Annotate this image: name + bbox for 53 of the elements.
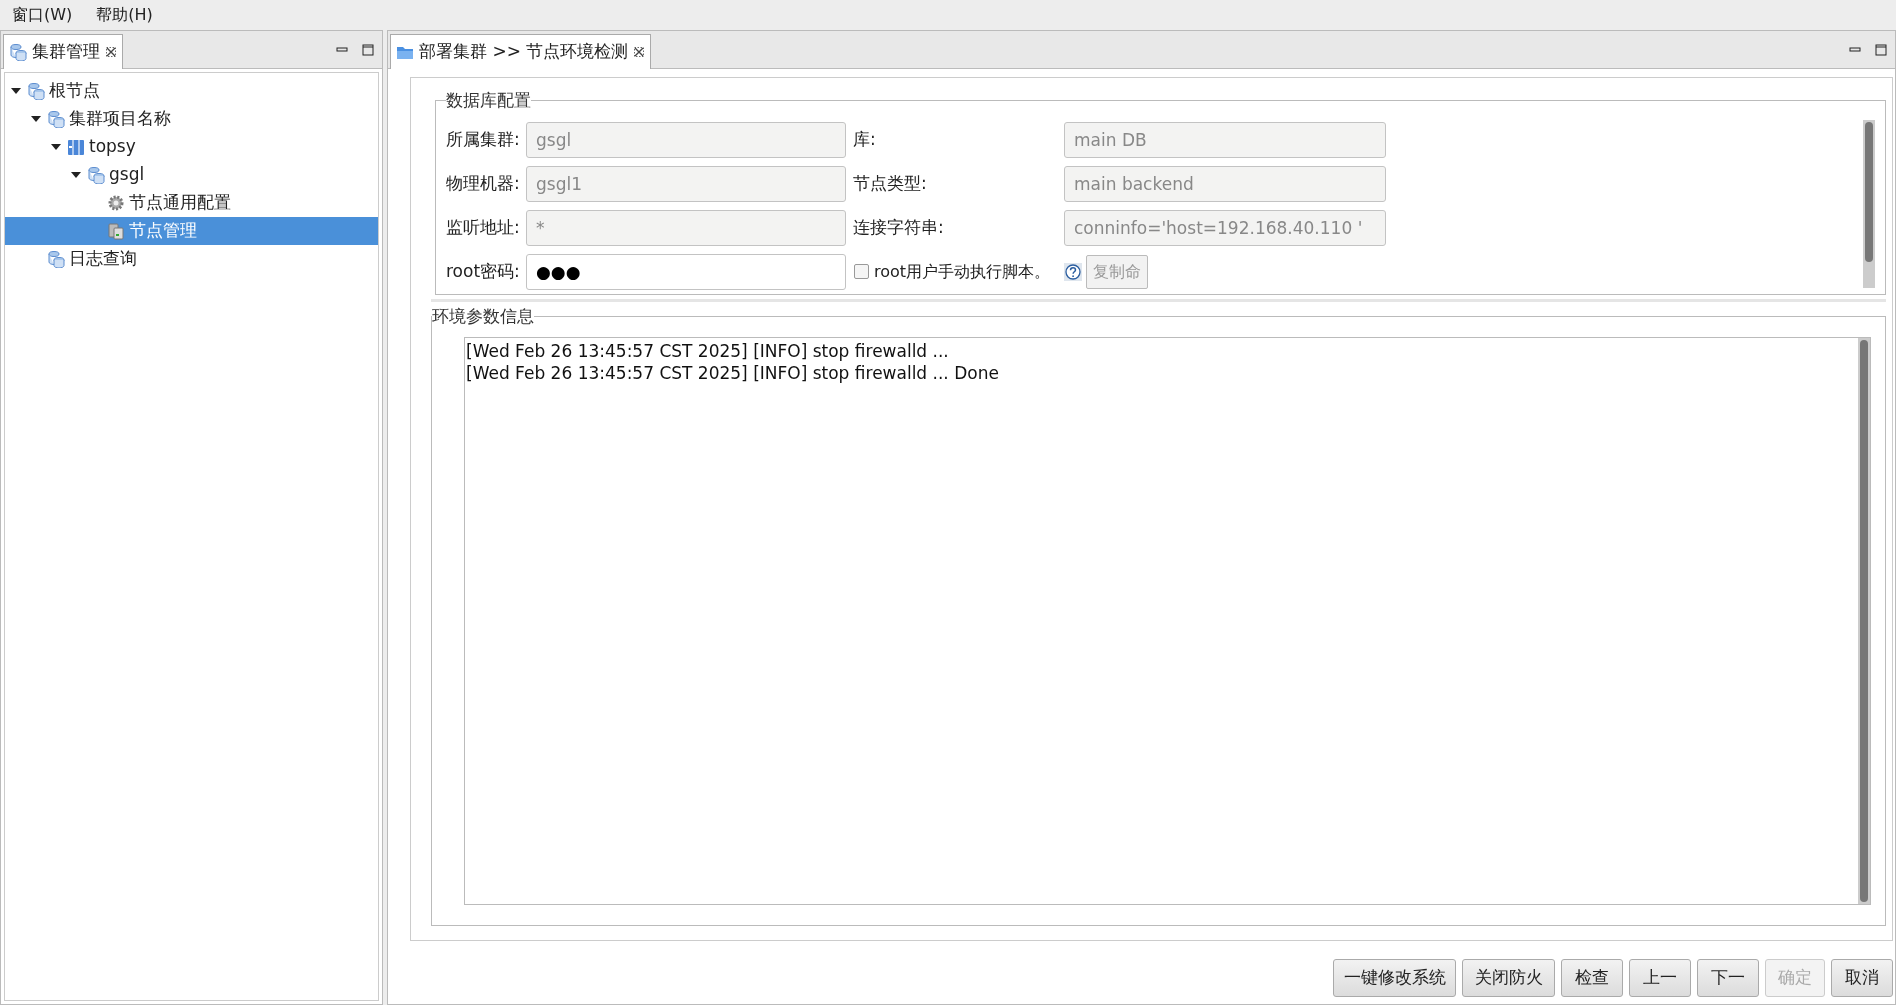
action-button[interactable]: 上一 [1629,959,1691,997]
tree-item[interactable]: topsy [5,133,378,161]
action-button[interactable]: 下一 [1697,959,1759,997]
server-icon [67,138,85,156]
tree-item[interactable]: 根节点 [5,77,378,105]
maximize-icon [362,43,374,56]
tree-item[interactable]: gsgl [5,161,378,189]
help-icon [1064,262,1082,281]
tree-label: gsgl [109,163,145,187]
action-button[interactable]: 取消 [1831,959,1893,997]
field-label: 节点类型: [852,171,928,195]
field-label: 监听地址: [446,215,521,239]
gear-icon [107,194,125,212]
tree-label: 日志查询 [69,247,137,271]
panel-tab[interactable]: 部署集群 >> 节点环境检测 [390,34,652,69]
folder-icon [396,44,414,60]
database-icon [9,43,27,61]
checkbox[interactable] [854,264,869,279]
checkbox-label: root用户手动执行脚本。 [874,260,1051,283]
menu-item[interactable]: 窗口(W) [8,3,77,27]
group-title: 环境参数信息 [432,304,534,328]
tab-label: 部署集群 >> 节点环境检测 [419,40,629,64]
log-line: [Wed Feb 26 13:45:57 CST 2025] [INFO] stop firewalld ... [466,340,950,362]
field-label: 物理机器: [446,171,521,195]
database-icon [47,110,65,128]
field-label: 连接字符串: [852,215,945,239]
tree-label: 节点管理 [129,219,197,243]
maximize-icon [1875,43,1887,56]
action-button[interactable]: 检查 [1561,959,1623,997]
node-icon [107,222,125,240]
field-label: 所属集群: [446,127,521,151]
tab-label: 集群管理 [32,40,100,64]
tree-item[interactable]: 集群项目名称 [5,105,378,133]
field-label: 库: [852,127,877,151]
text-field[interactable]: ●●● [526,253,846,290]
database-icon [27,82,45,100]
panel-tab[interactable]: 集群管理 [3,34,123,69]
close-icon [105,46,117,58]
log-line: [Wed Feb 26 13:45:57 CST 2025] [INFO] stop firewalld ... Done [466,362,1000,384]
action-button[interactable]: 关闭防火 [1462,959,1555,997]
tree-label: 集群项目名称 [69,107,171,131]
database-icon [87,166,105,184]
group-title: 数据库配置 [446,89,531,112]
field-label: root密码: [446,259,521,283]
tree-item[interactable]: 日志查询 [5,245,378,273]
tree-label: 节点通用配置 [129,191,231,215]
close-icon [633,46,646,58]
menu-item[interactable]: 帮助(H) [92,3,157,27]
tree-label: 根节点 [49,79,100,103]
tree-label: topsy [89,135,136,159]
action-button[interactable]: 一键修改系统 [1333,959,1456,997]
database-icon [47,250,65,268]
tree-item[interactable]: 节点通用配置 [5,189,378,217]
